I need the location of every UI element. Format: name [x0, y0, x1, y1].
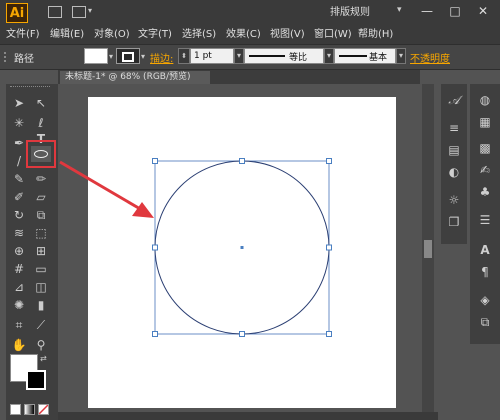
center-point	[240, 246, 244, 249]
swatches-icon[interactable]: ▩	[474, 138, 496, 158]
artboards-icon[interactable]: ⧉	[474, 312, 496, 332]
resize-handle-right[interactable]	[326, 244, 332, 251]
resize-handle-top-right[interactable]	[326, 158, 332, 164]
stroke-panel-icon[interactable]: ☰	[474, 210, 496, 230]
resize-handle-top[interactable]	[239, 158, 245, 164]
color-icon[interactable]: ◍	[474, 90, 496, 110]
symbols-icon[interactable]: ♣	[474, 182, 496, 202]
character-styles-icon[interactable]: 𝒜	[443, 90, 465, 110]
paragraph-icon[interactable]: ¶	[474, 262, 496, 282]
graphic-styles-icon[interactable]: ❐	[443, 212, 465, 232]
layers-icon[interactable]: ◈	[474, 290, 496, 310]
callout-arrow	[59, 160, 143, 212]
brushes-icon[interactable]: ✍	[474, 160, 496, 180]
transparency-icon[interactable]: ◐	[443, 162, 465, 182]
resize-handle-top-left[interactable]	[152, 158, 158, 164]
appearance-icon[interactable]: ☼	[443, 190, 465, 210]
gradient-panel-icon[interactable]: ▤	[443, 140, 465, 160]
status-bar	[58, 412, 438, 420]
resize-handle-left[interactable]	[152, 244, 158, 251]
character-icon[interactable]: A	[474, 240, 496, 260]
scrollbar-thumb[interactable]	[424, 240, 432, 258]
resize-handle-bottom-left[interactable]	[152, 331, 158, 337]
resize-handle-bottom-right[interactable]	[326, 331, 332, 337]
color-guide-icon[interactable]: ▦	[474, 112, 496, 132]
resize-handle-bottom[interactable]	[239, 331, 245, 337]
align-icon[interactable]: ≡	[443, 118, 465, 138]
